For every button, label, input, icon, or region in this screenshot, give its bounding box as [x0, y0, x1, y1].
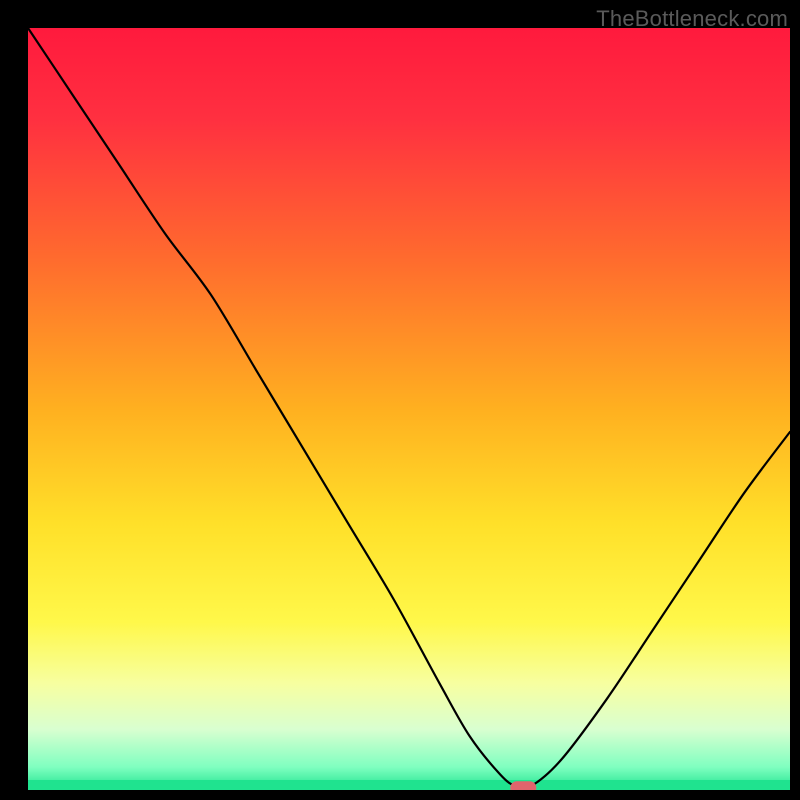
plot-area — [28, 28, 790, 790]
baseline-band — [28, 780, 790, 790]
chart-svg — [28, 28, 790, 790]
chart-background — [28, 28, 790, 790]
watermark-text: TheBottleneck.com — [596, 6, 788, 32]
chart-container: TheBottleneck.com — [0, 0, 800, 800]
optimal-marker — [510, 781, 536, 790]
